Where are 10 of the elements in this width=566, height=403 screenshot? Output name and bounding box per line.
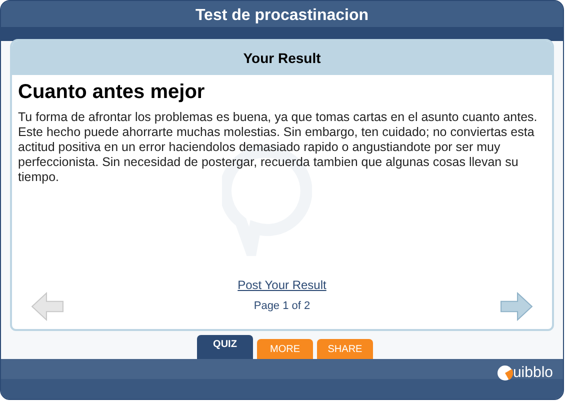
result-description: Tu forma de afrontar los problemas es buena, ya que tomas cartas en el asunto cuanto antes. Este hecho puede ahorrarte muchas molestias. Sin embargo, ten cuidado; no conviertas esta actitud positiva en un error haciendolos demasiado rapido o angustiandote por ser muy perfeccionista. Sin necesidad de postergar, recuerda tambien que algunas cosas llevan su tiempo.	[18, 110, 538, 185]
logo-icon	[496, 365, 513, 381]
post-result-link[interactable]: Post Your Result	[238, 276, 326, 294]
nav-tab[interactable]: QUIZ	[197, 335, 253, 359]
next-arrow-icon[interactable]	[500, 292, 533, 321]
panel-header: Your Result	[243, 48, 321, 68]
window-title: Test de procastinacion	[195, 6, 369, 26]
page-indicator: Page 1 of 2	[254, 299, 310, 314]
logo-text: uibblo	[512, 365, 553, 381]
result-heading: Cuanto antes mejor	[18, 80, 206, 104]
